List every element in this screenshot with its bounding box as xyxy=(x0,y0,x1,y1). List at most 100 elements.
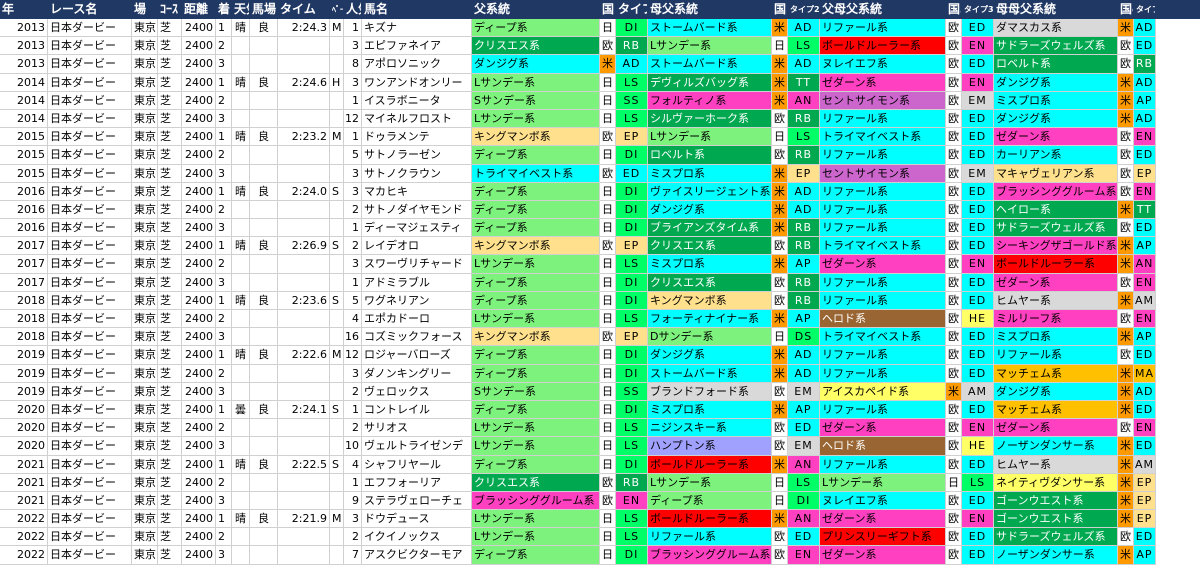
table-cell[interactable]: RB xyxy=(1134,55,1156,74)
table-cell[interactable]: AP xyxy=(1134,91,1156,110)
table-cell[interactable]: ED xyxy=(1134,37,1156,56)
table-cell[interactable]: 2016 xyxy=(0,219,48,238)
table-cell[interactable]: 欧 xyxy=(772,437,788,456)
table-cell[interactable]: 東京 xyxy=(132,528,158,547)
table-cell[interactable]: ボールドルーラー系 xyxy=(820,37,946,56)
table-cell[interactable]: 2022 xyxy=(0,546,48,565)
table-cell[interactable] xyxy=(278,437,330,456)
header-cell[interactable]: 天気 xyxy=(232,0,250,19)
table-cell[interactable]: 欧 xyxy=(600,491,616,511)
table-cell[interactable]: ワグネリアン xyxy=(362,291,472,310)
table-cell[interactable]: 2400 xyxy=(182,364,216,383)
header-cell[interactable]: 馬名 xyxy=(362,0,472,19)
table-cell[interactable] xyxy=(330,91,344,110)
table-cell[interactable]: 芝 xyxy=(158,310,182,329)
table-cell[interactable]: ディープ系 xyxy=(472,273,600,292)
table-cell[interactable]: 東京 xyxy=(132,19,158,38)
table-cell[interactable]: 日本ダービー xyxy=(48,37,132,56)
table-cell[interactable]: DI xyxy=(616,364,648,383)
table-cell[interactable]: AD xyxy=(1134,73,1156,92)
table-cell[interactable]: ゼダーン系 xyxy=(820,419,946,438)
table-cell[interactable]: 欧 xyxy=(772,146,788,165)
table-cell[interactable]: 米 xyxy=(772,510,788,529)
table-cell[interactable]: セントサイモン系 xyxy=(820,164,946,183)
table-cell[interactable]: 欧 xyxy=(600,128,616,147)
table-cell[interactable]: 欧 xyxy=(1118,164,1134,183)
table-cell[interactable] xyxy=(330,164,344,183)
table-cell[interactable]: 欧 xyxy=(946,528,962,547)
table-cell[interactable]: 東京 xyxy=(132,237,158,256)
table-cell[interactable]: 2022 xyxy=(0,510,48,529)
table-cell[interactable]: 欧 xyxy=(1118,419,1134,438)
table-cell[interactable]: 日 xyxy=(600,528,616,547)
table-cell[interactable]: 2400 xyxy=(182,328,216,347)
table-cell[interactable]: 8 xyxy=(344,55,362,74)
table-cell[interactable]: 米 xyxy=(1118,491,1134,511)
table-cell[interactable]: ディープ系 xyxy=(648,491,772,511)
table-cell[interactable]: 2019 xyxy=(0,364,48,383)
table-cell[interactable]: 米 xyxy=(772,455,788,474)
table-cell[interactable] xyxy=(232,437,250,456)
table-cell[interactable] xyxy=(278,310,330,329)
table-cell[interactable]: マッチェム系 xyxy=(994,364,1118,383)
table-cell[interactable]: ゼダーン系 xyxy=(820,255,946,274)
table-cell[interactable]: EN xyxy=(962,255,994,274)
table-cell[interactable]: デヴィルズバッグ系 xyxy=(648,73,772,92)
table-cell[interactable] xyxy=(250,200,278,220)
table-cell[interactable]: 欧 xyxy=(946,291,962,310)
table-cell[interactable]: 芝 xyxy=(158,200,182,220)
table-cell[interactable]: 日本ダービー xyxy=(48,219,132,238)
table-cell[interactable]: 欧 xyxy=(946,164,962,183)
table-cell[interactable]: ブライアンズタイム系 xyxy=(648,219,772,238)
table-cell[interactable]: 日 xyxy=(946,473,962,492)
table-cell[interactable]: ヒムヤー系 xyxy=(994,291,1118,310)
table-cell[interactable]: 米 xyxy=(772,219,788,238)
table-cell[interactable]: 良 xyxy=(250,291,278,310)
table-cell[interactable]: 東京 xyxy=(132,164,158,183)
table-cell[interactable]: 日 xyxy=(600,273,616,292)
table-cell[interactable]: ED xyxy=(962,291,994,310)
table-cell[interactable]: 晴 xyxy=(232,510,250,529)
table-cell[interactable]: ストームバード系 xyxy=(648,55,772,74)
table-cell[interactable]: 東京 xyxy=(132,182,158,201)
table-cell[interactable]: シーキングザゴールド系 xyxy=(994,237,1118,256)
table-cell[interactable] xyxy=(278,91,330,110)
table-cell[interactable]: 1 xyxy=(216,182,232,201)
table-cell[interactable]: 欧 xyxy=(1118,182,1134,201)
table-cell[interactable] xyxy=(330,310,344,329)
table-cell[interactable] xyxy=(330,437,344,456)
table-cell[interactable]: 2018 xyxy=(0,291,48,310)
table-cell[interactable]: ED xyxy=(1134,346,1156,365)
table-cell[interactable]: 日本ダービー xyxy=(48,473,132,492)
table-cell[interactable] xyxy=(278,491,330,511)
table-cell[interactable]: 2:24.1 xyxy=(278,400,330,420)
table-cell[interactable]: 米 xyxy=(1118,200,1134,220)
table-cell[interactable]: 日 xyxy=(600,291,616,310)
table-cell[interactable]: アドミラブル xyxy=(362,273,472,292)
table-cell[interactable]: 2400 xyxy=(182,182,216,201)
table-cell[interactable] xyxy=(232,473,250,492)
table-cell[interactable]: ディーマジェスティ xyxy=(362,219,472,238)
table-cell[interactable]: サリオス xyxy=(362,419,472,438)
table-cell[interactable]: 3 xyxy=(344,37,362,56)
header-cell[interactable]: 場 xyxy=(132,0,158,19)
table-cell[interactable]: 欧 xyxy=(946,546,962,565)
table-cell[interactable]: DI xyxy=(616,546,648,565)
table-cell[interactable]: Lサンデー系 xyxy=(820,473,946,492)
table-cell[interactable]: EN xyxy=(962,73,994,92)
table-cell[interactable]: 日本ダービー xyxy=(48,19,132,38)
table-cell[interactable]: ヘロド系 xyxy=(820,310,946,329)
table-cell[interactable]: ニジンスキー系 xyxy=(648,419,772,438)
table-cell[interactable]: ヴェルトライゼンデ xyxy=(362,437,472,456)
table-cell[interactable]: 3 xyxy=(216,437,232,456)
table-cell[interactable]: 日本ダービー xyxy=(48,255,132,274)
table-cell[interactable]: Lサンデー系 xyxy=(472,109,600,129)
table-cell[interactable]: DS xyxy=(788,328,820,347)
table-cell[interactable]: 日 xyxy=(600,400,616,420)
table-cell[interactable]: 東京 xyxy=(132,473,158,492)
table-cell[interactable]: 2400 xyxy=(182,146,216,165)
table-cell[interactable]: 米 xyxy=(600,55,616,74)
table-cell[interactable]: 晴 xyxy=(232,455,250,474)
table-cell[interactable]: 2:22.5 xyxy=(278,455,330,474)
table-cell[interactable]: リファール系 xyxy=(820,109,946,129)
